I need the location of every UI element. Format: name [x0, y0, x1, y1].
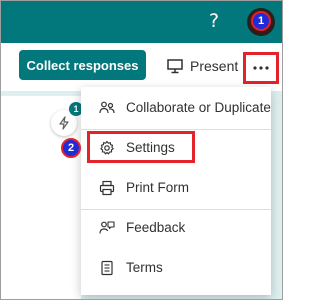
- menu-item-feedback[interactable]: Feedback: [81, 212, 271, 244]
- feedback-icon: [99, 221, 115, 234]
- document-icon: [101, 260, 113, 276]
- app-frame: ? Collect responses Present 1 Collaborat…: [0, 0, 283, 300]
- menu-item-label: Terms: [126, 260, 163, 275]
- printer-icon: [99, 180, 115, 196]
- menu-item-collaborate[interactable]: Collaborate or Duplicate: [81, 92, 271, 124]
- people-icon: [99, 101, 115, 114]
- monitor-icon: [167, 58, 183, 73]
- more-options-button[interactable]: [243, 52, 279, 84]
- more-options-menu: Collaborate or Duplicate Settings Print …: [81, 87, 271, 295]
- menu-item-label: Collaborate or Duplicate: [126, 100, 271, 115]
- step-marker-2: 2: [61, 138, 81, 158]
- present-label: Present: [190, 58, 239, 74]
- present-button[interactable]: Present: [167, 57, 238, 75]
- collect-responses-button[interactable]: Collect responses: [19, 50, 146, 80]
- help-icon[interactable]: ?: [209, 11, 219, 31]
- menu-item-print-form[interactable]: Print Form: [81, 172, 271, 204]
- step-marker-1: 1: [251, 11, 271, 31]
- app-header: ?: [1, 1, 282, 43]
- more-icon: [253, 66, 269, 70]
- toolbar: Collect responses Present: [1, 43, 282, 91]
- menu-item-label: Feedback: [126, 220, 186, 235]
- divider: [81, 209, 271, 210]
- menu-item-label: Print Form: [126, 180, 190, 195]
- menu-item-terms[interactable]: Terms: [81, 252, 271, 284]
- settings-highlight: [87, 131, 195, 163]
- divider: [81, 129, 271, 130]
